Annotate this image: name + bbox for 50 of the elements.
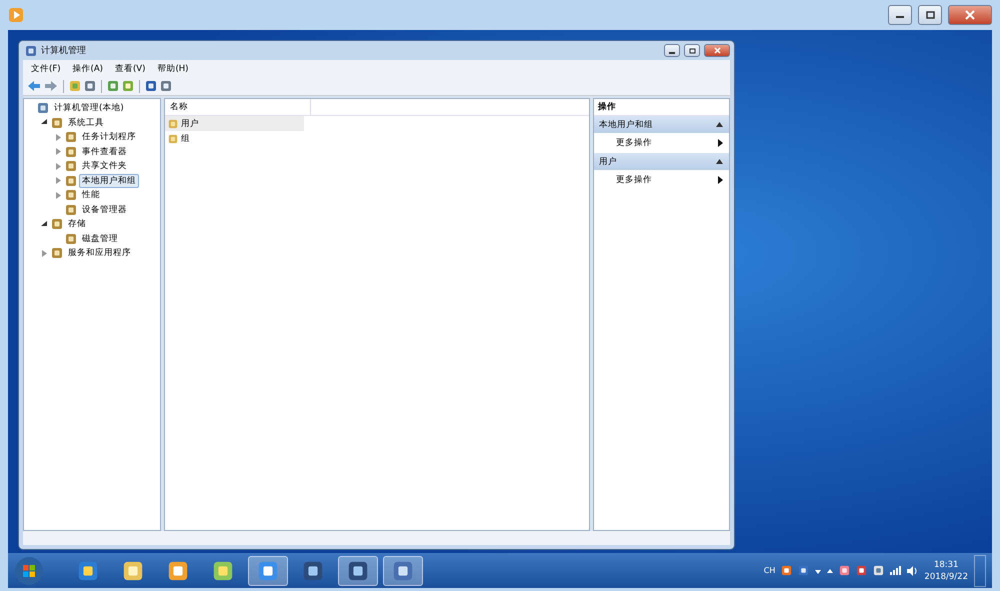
chevron-right-icon: [717, 139, 723, 147]
collapse-icon[interactable]: [715, 157, 724, 166]
close-icon: [714, 47, 720, 54]
tree-item[interactable]: 存储: [65, 217, 89, 232]
maximize-button[interactable]: [918, 5, 942, 25]
expand-arrow-icon[interactable]: [40, 248, 49, 258]
window-title: 计算机管理: [41, 44, 86, 57]
tree-item[interactable]: 设备管理器: [79, 202, 130, 217]
maximize-button[interactable]: [684, 44, 700, 57]
list-row[interactable]: 组: [165, 131, 304, 146]
tree-item[interactable]: 事件查看器: [79, 144, 130, 159]
volume-icon[interactable]: [907, 566, 918, 576]
collapse-icon[interactable]: [715, 120, 724, 129]
collapse-arrow-icon[interactable]: [40, 220, 49, 229]
menu-item[interactable]: 帮助(H): [153, 62, 192, 74]
tree-item[interactable]: 本地用户和组: [79, 174, 139, 188]
section-header[interactable]: 用户: [594, 153, 729, 170]
minimize-button[interactable]: [664, 44, 680, 57]
tree-item[interactable]: 共享文件夹: [79, 159, 130, 174]
section-header[interactable]: 本地用户和组: [594, 116, 729, 133]
tree-item[interactable]: 性能: [79, 188, 103, 202]
close-button[interactable]: [948, 5, 992, 25]
tree-item[interactable]: 系统工具: [65, 116, 107, 130]
action-item[interactable]: 更多操作: [594, 170, 729, 190]
taskbar-button[interactable]: [383, 556, 423, 586]
action-item[interactable]: 更多操作: [594, 133, 729, 153]
close-button[interactable]: [704, 44, 730, 57]
taskbar-button[interactable]: [338, 556, 378, 586]
tree-item[interactable]: 服务和应用程序: [65, 246, 134, 260]
start-button[interactable]: [14, 556, 44, 586]
show-desktop-button[interactable]: [974, 554, 986, 586]
signal-icon[interactable]: [890, 566, 902, 575]
close-icon: [965, 10, 975, 20]
language-indicator[interactable]: CH: [764, 566, 776, 575]
menu-item[interactable]: 操作(A): [68, 62, 107, 74]
column-header[interactable]: 名称: [165, 99, 311, 115]
forward-icon[interactable]: [44, 80, 58, 92]
back-icon[interactable]: [27, 80, 41, 92]
list-row[interactable]: 用户: [165, 116, 304, 131]
maximize-icon: [926, 11, 934, 19]
clock[interactable]: 18:31 2018/9/22: [924, 558, 968, 582]
menu-item[interactable]: 查看(V): [110, 62, 150, 74]
tree-item[interactable]: 计算机管理(本地): [51, 101, 127, 116]
minimize-button[interactable]: [888, 5, 912, 25]
chevron-right-icon: [717, 176, 723, 184]
maximize-icon: [688, 48, 696, 54]
taskbar-button[interactable]: [248, 556, 288, 586]
tree-item[interactable]: 任务计划程序: [79, 130, 139, 144]
menu-item[interactable]: 文件(F): [27, 62, 65, 74]
tree-item[interactable]: 磁盘管理: [79, 232, 121, 246]
